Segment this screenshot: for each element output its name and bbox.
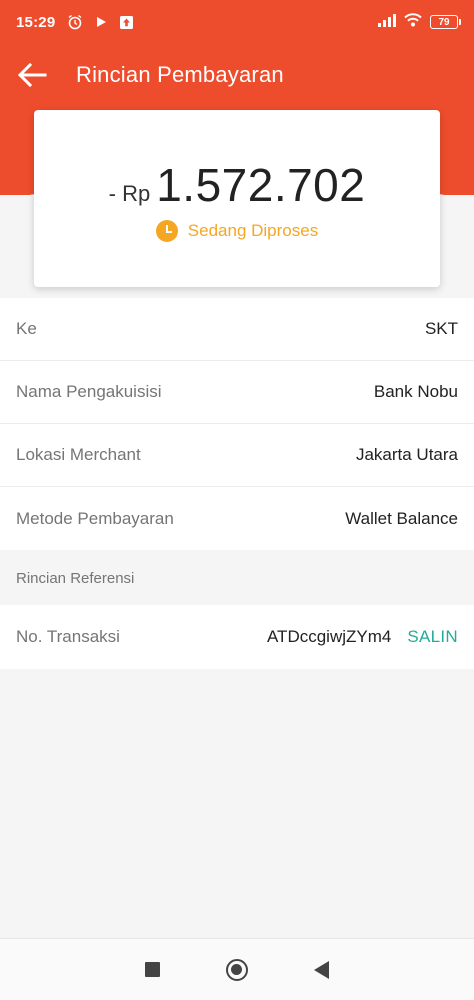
- back-button[interactable]: [2, 48, 62, 102]
- battery-icon: 79: [430, 15, 461, 29]
- signal-icon: [378, 13, 396, 31]
- detail-value: Bank Nobu: [373, 382, 458, 401]
- wifi-icon: [404, 13, 422, 31]
- detail-label: Metode Pembayaran: [16, 508, 174, 528]
- amount-value: 1.572.702: [156, 159, 366, 211]
- details-list: Ke SKT Nama Pengakuisisi Bank Nobu Lokas…: [0, 298, 474, 550]
- detail-label: Nama Pengakuisisi: [16, 382, 162, 401]
- detail-row-merchant-location: Lokasi Merchant Jakarta Utara: [0, 424, 474, 487]
- status-time: 15:29: [16, 13, 56, 31]
- detail-row-acquirer: Nama Pengakuisisi Bank Nobu: [0, 361, 474, 424]
- status-text: Sedang Diproses: [187, 221, 319, 240]
- home-icon: [225, 958, 248, 981]
- amount-prefix: - Rp: [108, 181, 151, 206]
- detail-label: Lokasi Merchant: [16, 445, 141, 464]
- detail-label: Ke: [16, 319, 37, 338]
- app-bar: Rincian Pembayaran: [0, 48, 474, 102]
- payment-status: Sedang Diproses: [34, 220, 440, 242]
- transaction-number-label: No. Transaksi: [16, 627, 120, 646]
- detail-value: Jakarta Utara: [355, 445, 458, 464]
- reference-section-header: Rincian Referensi: [0, 551, 474, 605]
- recent-apps-icon: [144, 962, 160, 977]
- amount-card: - Rp 1.572.702 Sedang Diproses: [34, 110, 440, 287]
- detail-value: Wallet Balance: [345, 508, 458, 528]
- system-back-button[interactable]: [302, 950, 342, 990]
- home-button[interactable]: [217, 950, 257, 990]
- system-nav-bar: [0, 938, 474, 1000]
- amount-row: - Rp 1.572.702: [34, 158, 440, 212]
- recent-apps-button[interactable]: [132, 950, 172, 990]
- alarm-icon: [67, 14, 83, 30]
- detail-value: SKT: [424, 319, 458, 338]
- copy-button[interactable]: SALIN: [407, 627, 458, 647]
- clock-icon: [155, 220, 178, 242]
- status-bar: 15:29 79: [0, 0, 474, 44]
- detail-row-payment-method: Metode Pembayaran Wallet Balance: [0, 487, 474, 550]
- transaction-number-value: ATDccgiwjZYm4: [266, 627, 392, 646]
- upload-icon: [119, 15, 134, 30]
- detail-row-recipient: Ke SKT: [0, 298, 474, 361]
- arrow-left-icon: [17, 63, 47, 87]
- page-title: Rincian Pembayaran: [76, 62, 284, 87]
- transaction-number-row: No. Transaksi ATDccgiwjZYm4 SALIN: [0, 605, 474, 669]
- back-icon: [314, 960, 330, 979]
- play-icon: [95, 16, 107, 28]
